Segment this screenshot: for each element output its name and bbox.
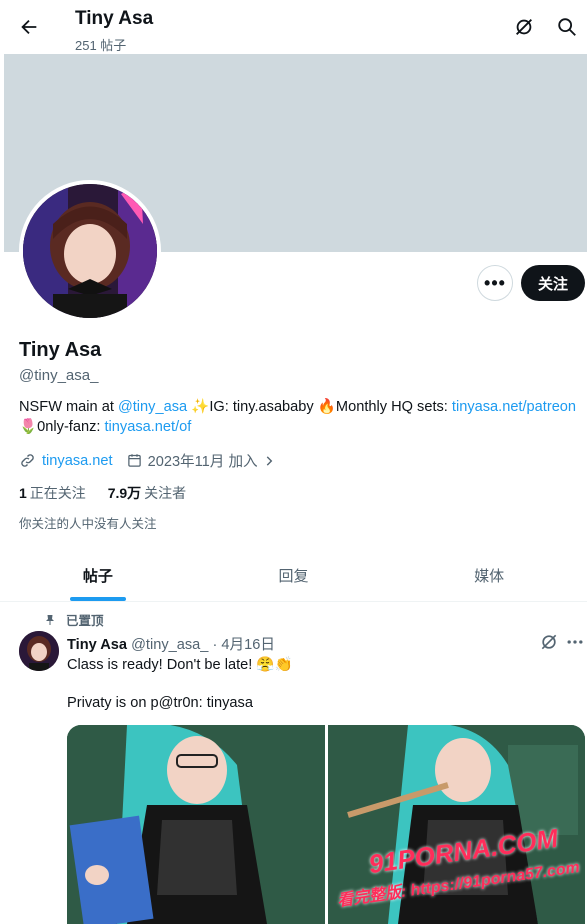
tweet-header: Tiny Asa @tiny_asa_ · 4月16日 <box>67 633 275 654</box>
profile-tabs: 帖子 回复 媒体 <box>0 550 587 602</box>
top-bar: Tiny Asa 251 帖子 <box>0 0 587 54</box>
tweet-date[interactable]: 4月16日 <box>221 637 275 653</box>
tweet-text-line: Class is ready! Don't be late! 😤👏 <box>67 657 293 673</box>
follow-stats: 1 正在关注 7.9万 关注者 <box>19 483 186 503</box>
followers-count: 7.9万 <box>107 485 142 501</box>
profile-avatar[interactable] <box>19 180 161 322</box>
joined-date[interactable]: 2023年11月 加入 <box>148 450 258 471</box>
website-link[interactable]: tinyasa.net <box>42 453 113 469</box>
tab-media[interactable]: 媒体 <box>391 550 587 601</box>
grok-icon[interactable] <box>539 632 559 652</box>
link-icon <box>21 454 34 467</box>
search-icon[interactable] <box>556 16 578 38</box>
tweet-image[interactable] <box>67 725 325 924</box>
grok-icon[interactable] <box>513 16 535 38</box>
following-label: 正在关注 <box>29 485 86 501</box>
bio-of-link[interactable]: tinyasa.net/of <box>105 419 192 435</box>
more-options-button[interactable]: ••• <box>477 265 513 301</box>
tweet-author[interactable]: Tiny Asa <box>67 637 127 653</box>
chevron-right-icon[interactable] <box>262 454 276 468</box>
tweet-media <box>67 725 585 924</box>
following-stat[interactable]: 1 正在关注 <box>19 485 86 501</box>
profile-meta: tinyasa.net 2023年11月 加入 <box>19 450 296 471</box>
bio-patreon-link[interactable]: tinyasa.net/patreon <box>452 399 576 415</box>
back-arrow-icon[interactable] <box>18 16 40 38</box>
tweet-separator: · <box>212 637 218 653</box>
post-count: 251 帖子 <box>75 38 127 53</box>
following-count: 1 <box>19 485 27 501</box>
bio-text: ✨IG: tiny.asababy 🔥Monthly HQ sets: <box>187 399 452 415</box>
profile-bio: NSFW main at @tiny_asa ✨IG: tiny.asababy… <box>19 397 585 437</box>
page-title: Tiny Asa <box>75 8 154 29</box>
follow-button[interactable]: 关注 <box>521 265 585 301</box>
more-dots-icon[interactable] <box>565 632 585 652</box>
calendar-icon <box>127 454 141 467</box>
tweet-text-line: Privaty is on p@tr0n: tinyasa <box>67 695 253 711</box>
tweet-handle[interactable]: @tiny_asa_ <box>131 637 208 653</box>
followers-label: 关注者 <box>144 485 187 501</box>
followers-stat[interactable]: 7.9万 关注者 <box>108 485 186 501</box>
tab-replies[interactable]: 回复 <box>196 550 392 601</box>
tweet-avatar[interactable] <box>19 631 59 671</box>
bio-text: NSFW main at <box>19 399 118 415</box>
mutual-followers-note: 你关注的人中没有人关注 <box>19 517 157 531</box>
profile-handle: @tiny_asa_ <box>19 367 99 384</box>
bio-mention-link[interactable]: @tiny_asa <box>118 399 187 415</box>
tab-posts[interactable]: 帖子 <box>0 550 196 601</box>
pinned-label: 已置顶 <box>66 614 104 628</box>
pin-icon <box>46 614 54 625</box>
bio-text: 🌷0nly-fanz: <box>19 419 105 435</box>
pinned-indicator: 已置顶 <box>44 610 104 629</box>
profile-name: Tiny Asa <box>19 339 102 361</box>
